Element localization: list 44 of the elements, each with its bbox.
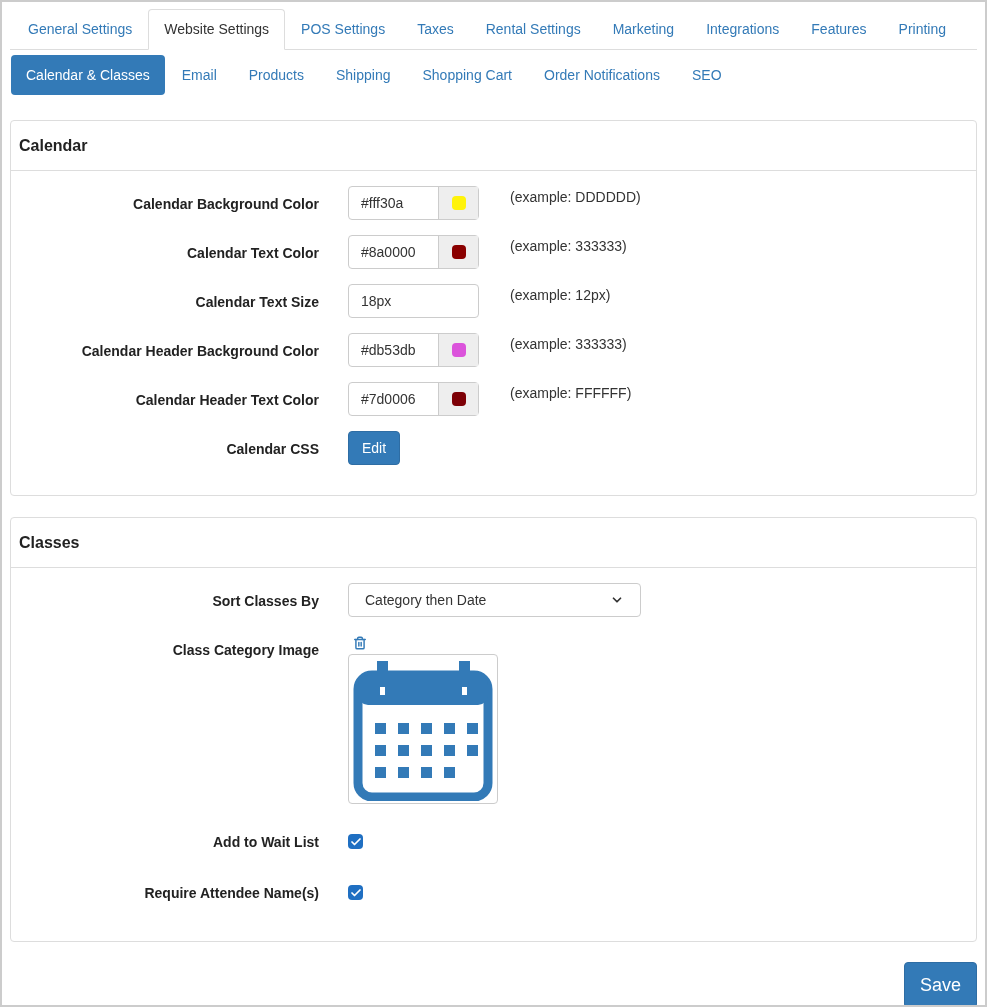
settings-tab[interactable]: Rental Settings — [469, 9, 597, 50]
field-label: Add to Wait List — [212, 834, 319, 850]
checkbox[interactable] — [348, 885, 363, 900]
checkbox[interactable] — [348, 834, 363, 849]
settings-tab[interactable]: Integrations — [690, 9, 796, 50]
sub-tab[interactable]: Shopping Cart — [407, 55, 527, 95]
sort-select[interactable]: Category then Date — [348, 583, 641, 617]
settings-tab[interactable]: POS Settings — [285, 9, 402, 50]
save-button[interactable]: Save — [904, 962, 977, 1005]
field-label: Calendar Background Color — [133, 196, 319, 212]
settings-tab[interactable]: Taxes — [401, 9, 470, 50]
color-field[interactable]: #db53db — [348, 333, 479, 367]
field-label: Sort Classes By — [212, 593, 319, 609]
field-label: Calendar Header Text Color — [135, 392, 319, 408]
example-hint: (example: DDDDDD) — [510, 188, 641, 207]
sub-tab[interactable]: Shipping — [321, 55, 406, 95]
field-label: Class Category Image — [172, 642, 319, 658]
field-label: Calendar Text Size — [195, 294, 319, 310]
settings-tab[interactable]: Features — [795, 9, 883, 50]
trash-icon[interactable] — [353, 636, 367, 650]
field-label: Calendar Text Color — [187, 245, 319, 261]
sub-tab[interactable]: Products — [233, 55, 319, 95]
sub-tab[interactable]: Email — [166, 55, 232, 95]
sub-tab[interactable]: SEO — [676, 55, 737, 95]
color-field[interactable]: #8a0000 — [348, 235, 479, 269]
field-label: Calendar CSS — [226, 441, 319, 457]
sub-tab[interactable]: Order Notifications — [529, 55, 675, 95]
example-hint: (example: FFFFFF) — [510, 384, 632, 403]
panel-title: Classes — [19, 532, 80, 553]
edit-button[interactable]: Edit — [348, 431, 401, 465]
example-hint: (example: 333333) — [510, 335, 627, 354]
settings-tab[interactable]: Printing — [882, 9, 963, 50]
example-hint: (example: 333333) — [510, 237, 627, 256]
field-label: Calendar Header Background Color — [81, 343, 319, 359]
color-field[interactable]: #fff30a — [348, 186, 479, 220]
input-field[interactable]: 18px — [348, 284, 479, 318]
panel-title: Calendar — [19, 135, 88, 156]
sub-tab[interactable]: Calendar & Classes — [11, 55, 165, 95]
settings-tab[interactable]: General Settings — [12, 9, 149, 50]
settings-tab[interactable]: Website Settings — [148, 9, 286, 50]
color-field[interactable]: #7d0006 — [348, 382, 479, 416]
settings-tab[interactable]: Marketing — [596, 9, 691, 50]
field-label: Require Attendee Name(s) — [144, 885, 319, 901]
example-hint: (example: 12px) — [510, 286, 611, 305]
